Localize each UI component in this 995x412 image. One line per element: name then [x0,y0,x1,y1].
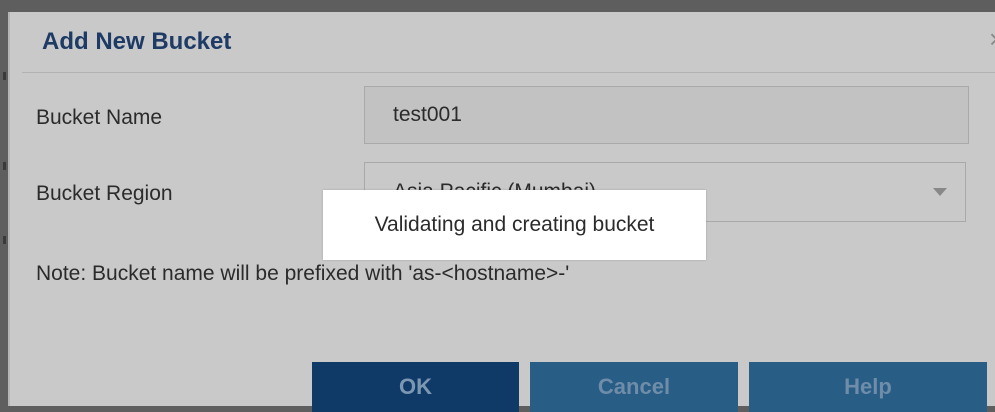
loading-message-popup: Validating and creating bucket [323,190,706,260]
background-edge-mark [3,72,6,80]
bucket-name-input[interactable]: test001 [364,86,969,144]
dialog-title: Add New Bucket [42,28,232,55]
background-edge-mark [3,162,6,170]
loading-message: Validating and creating bucket [374,213,655,236]
help-button[interactable]: Help [749,362,987,412]
chevron-down-icon [933,188,947,196]
bucket-name-label: Bucket Name [36,106,163,129]
ok-button[interactable]: OK [312,362,519,412]
close-icon[interactable]: × [989,26,995,52]
background-edge-mark [3,236,6,244]
dialog-header: Add New Bucket × [22,12,995,73]
bucket-name-note: Note: Bucket name will be prefixed with … [36,262,570,285]
bucket-region-label: Bucket Region [36,182,173,205]
cancel-button[interactable]: Cancel [530,362,738,412]
